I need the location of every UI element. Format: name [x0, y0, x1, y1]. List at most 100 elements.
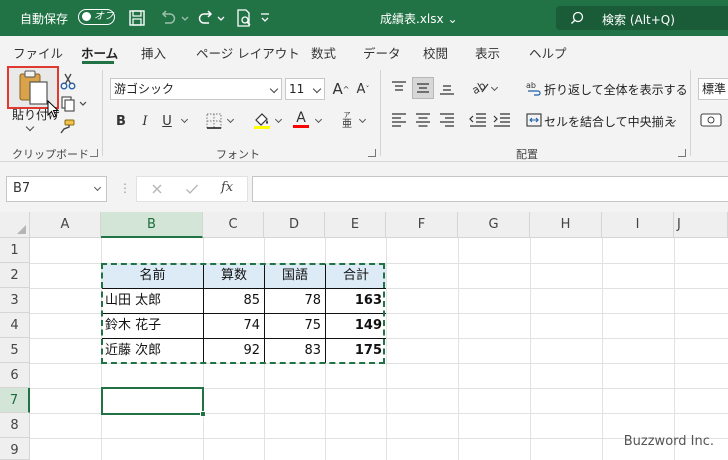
column-header-h[interactable]: H — [530, 212, 602, 238]
customize-qat-icon[interactable] — [258, 8, 272, 28]
cancel-entry-icon[interactable] — [151, 183, 163, 195]
alignment-group-label: 配置 — [516, 148, 538, 161]
name-box-value: B7 — [13, 181, 31, 196]
increase-indent-icon[interactable] — [492, 112, 512, 128]
tab-view[interactable]: 表示 — [475, 43, 500, 62]
confirm-entry-icon[interactable] — [185, 183, 199, 195]
tab-file[interactable]: ファイル — [13, 43, 63, 62]
row-header-5[interactable]: 5 — [0, 338, 30, 363]
copy-marquee — [101, 263, 385, 364]
borders-icon[interactable] — [205, 112, 223, 130]
row-header-7[interactable]: 7 — [0, 388, 30, 413]
accounting-format-icon[interactable] — [700, 112, 722, 128]
tab-insert[interactable]: 挿入 — [141, 43, 166, 62]
cut-icon[interactable] — [60, 72, 76, 90]
fill-color-icon[interactable] — [252, 110, 272, 130]
clipboard-launcher-icon[interactable] — [90, 149, 98, 157]
align-middle-button[interactable] — [412, 77, 434, 99]
font-color-dropdown-icon[interactable] — [314, 115, 323, 124]
align-top-icon[interactable] — [390, 80, 408, 96]
tab-data[interactable]: データ — [363, 43, 401, 62]
orientation-icon[interactable]: ab — [470, 78, 490, 96]
number-format-value: 標準 — [702, 82, 727, 96]
underline-label: U — [162, 113, 172, 129]
align-left-icon[interactable] — [390, 112, 408, 128]
redo-dropdown-icon[interactable] — [216, 8, 226, 28]
column-header-f[interactable]: F — [386, 212, 458, 238]
paste-dropdown-icon[interactable] — [25, 122, 35, 132]
wrap-text-icon[interactable]: ab — [526, 80, 542, 96]
search-box[interactable]: 検索 (Alt+Q) — [556, 6, 728, 30]
phonetic-dropdown-icon[interactable] — [358, 115, 367, 124]
align-center-icon[interactable] — [414, 112, 432, 128]
row-header-9[interactable]: 9 — [0, 438, 30, 460]
phonetic-ruby-icon: ア — [343, 111, 351, 119]
autosave-toggle[interactable]: オフ — [78, 9, 115, 25]
wrap-text-label[interactable]: 折り返して全体を表示する — [544, 81, 688, 98]
row-header-1[interactable]: 1 — [0, 238, 30, 263]
row-header-4[interactable]: 4 — [0, 313, 30, 338]
formula-bar-grip-icon: ⋮ — [119, 181, 131, 195]
column-header-d[interactable]: D — [264, 212, 325, 238]
font-color-button[interactable]: A — [290, 108, 312, 130]
row-header-8[interactable]: 8 — [0, 413, 30, 438]
column-header-g[interactable]: G — [458, 212, 530, 238]
bold-label: B — [116, 113, 126, 129]
decrease-indent-icon[interactable] — [468, 112, 488, 128]
column-header-a[interactable]: A — [30, 212, 101, 238]
format-painter-icon[interactable] — [58, 118, 76, 134]
column-header-i[interactable]: I — [602, 212, 674, 238]
underline-button[interactable]: U — [156, 110, 178, 132]
grow-font-caret-icon: ^ — [342, 84, 350, 94]
grow-font-button[interactable]: A ^ — [330, 78, 352, 100]
alignment-launcher-icon[interactable] — [678, 149, 686, 157]
underline-dropdown-icon[interactable] — [180, 115, 189, 124]
grow-font-label: A — [332, 80, 343, 98]
font-size-combo[interactable]: 11 — [285, 78, 325, 100]
number-format-combo[interactable]: 標準 — [698, 78, 728, 100]
column-header-c[interactable]: C — [203, 212, 264, 238]
column-header-e[interactable]: E — [325, 212, 386, 238]
name-box[interactable]: B7 — [6, 176, 107, 202]
orientation-dropdown-icon[interactable] — [490, 83, 499, 92]
tab-page-layout[interactable]: ページ レイアウト — [196, 43, 300, 62]
merge-center-label[interactable]: セルを結合して中央揃え — [544, 113, 676, 130]
title-bar: 自動保存 オフ 成績表.xlsx ⌄ 検索 (Alt+Q) — [0, 0, 728, 36]
font-launcher-icon[interactable] — [368, 149, 376, 157]
copy-icon[interactable] — [60, 96, 88, 112]
insert-function-button[interactable]: fx — [221, 180, 233, 195]
align-middle-icon — [417, 83, 429, 93]
shrink-font-button[interactable]: Aˇ — [352, 78, 374, 100]
bold-button[interactable]: B — [110, 110, 132, 132]
ribbon: 貼り付け クリップボード 游ゴシック 11 A ^ Aˇ B I U A ア 亜… — [0, 66, 728, 162]
formula-input[interactable] — [252, 176, 728, 202]
column-header-b[interactable]: B — [101, 212, 203, 238]
font-name-combo[interactable]: 游ゴシック — [110, 78, 282, 100]
fill-handle[interactable] — [200, 411, 206, 417]
row-header-2[interactable]: 2 — [0, 263, 30, 288]
italic-button[interactable]: I — [134, 110, 156, 132]
tab-formulas[interactable]: 数式 — [311, 43, 336, 62]
group-separator — [690, 70, 691, 156]
print-preview-icon[interactable] — [234, 8, 254, 28]
worksheet-grid: A B C D E F G H I J 1 2 3 4 5 6 7 8 9 名前… — [0, 212, 728, 460]
undo-icon[interactable] — [158, 8, 178, 28]
redo-icon[interactable] — [196, 8, 216, 28]
row-header-3[interactable]: 3 — [0, 288, 30, 313]
active-cell-b7[interactable] — [101, 387, 204, 415]
file-name[interactable]: 成績表.xlsx ⌄ — [380, 10, 458, 27]
row-header-6[interactable]: 6 — [0, 363, 30, 388]
align-bottom-icon[interactable] — [438, 80, 456, 96]
phonetic-guide-button[interactable]: ア 亜 — [336, 110, 358, 132]
align-right-icon[interactable] — [438, 112, 456, 128]
tab-help[interactable]: ヘルプ — [529, 43, 567, 62]
borders-dropdown-icon[interactable] — [226, 115, 235, 124]
merge-center-icon[interactable] — [526, 112, 542, 128]
fill-color-dropdown-icon[interactable] — [274, 115, 283, 124]
column-header-j[interactable]: J — [674, 212, 728, 238]
save-icon[interactable] — [127, 8, 147, 28]
tab-review[interactable]: 校閲 — [423, 43, 448, 62]
select-all-button[interactable] — [0, 212, 30, 238]
undo-dropdown-icon[interactable] — [180, 8, 190, 28]
tab-home[interactable]: ホーム — [81, 43, 118, 62]
